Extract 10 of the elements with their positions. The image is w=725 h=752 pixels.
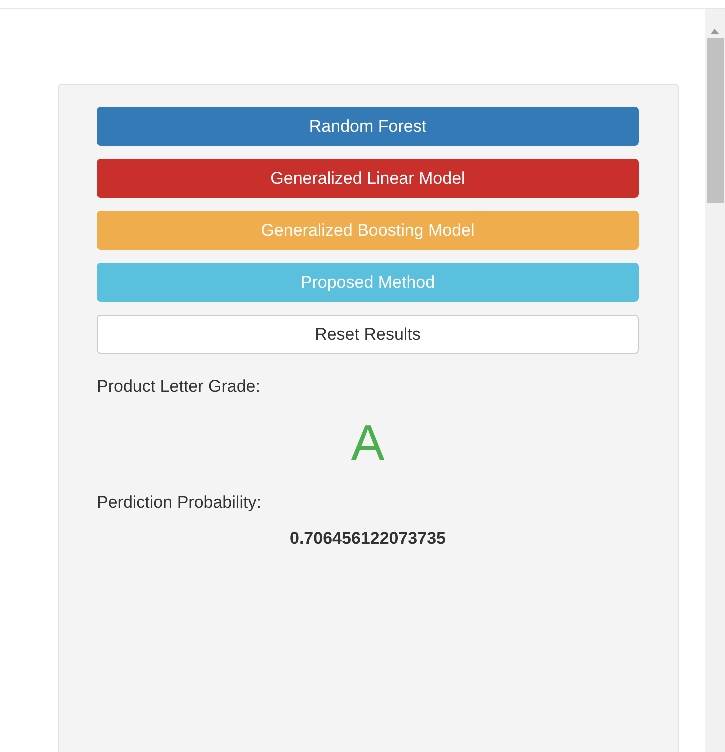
scrollbar[interactable] <box>705 9 725 752</box>
probability-value: 0.706456122073735 <box>289 529 447 549</box>
scrollbar-thumb[interactable] <box>706 38 724 203</box>
probability-label: Perdiction Probability: <box>97 493 262 513</box>
scroll-up-icon[interactable] <box>711 29 719 34</box>
letter-grade: A <box>350 414 386 473</box>
model-button[interactable]: Random Forest <box>97 107 639 146</box>
model-button[interactable]: Generalized Linear Model <box>97 159 639 198</box>
model-button[interactable]: Reset Results <box>97 315 639 354</box>
grade-label: Product Letter Grade: <box>97 377 262 397</box>
